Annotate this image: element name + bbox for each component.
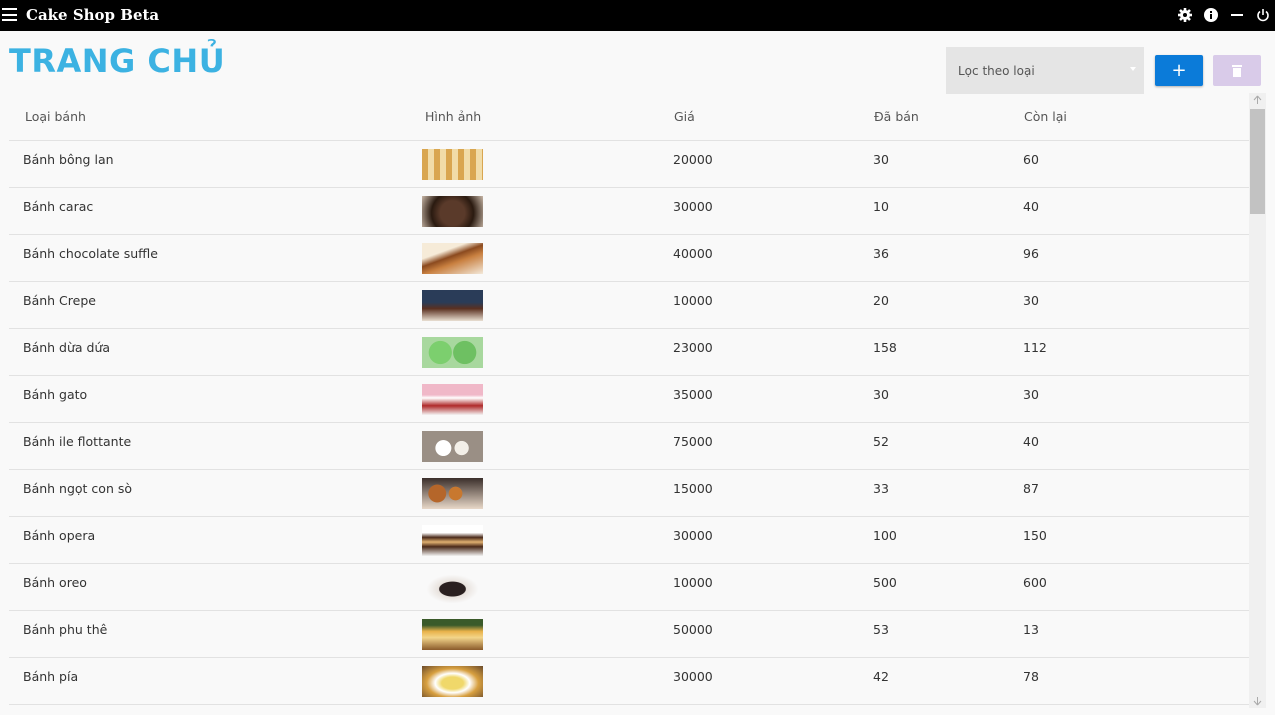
- cell-price: 40000: [673, 246, 713, 261]
- hamburger-menu-icon[interactable]: [2, 8, 17, 21]
- cake-thumbnail: [422, 243, 483, 274]
- cell-remaining: 30: [1023, 293, 1039, 308]
- cake-thumbnail: [422, 572, 483, 603]
- cake-table: Loại bánh Hình ảnh Giá Đã bán Còn lại Bá…: [9, 93, 1249, 705]
- filter-placeholder: Lọc theo loại: [958, 64, 1035, 78]
- cell-cake-name: Bánh oreo: [23, 575, 87, 590]
- cake-thumbnail: [422, 478, 483, 509]
- cell-price: 15000: [673, 481, 713, 496]
- cell-cake-name: Bánh gato: [23, 387, 88, 402]
- cell-remaining: 87: [1023, 481, 1039, 496]
- table-row[interactable]: Bánh gato 35000 30 30: [9, 376, 1249, 423]
- app-title: Cake Shop Beta: [26, 6, 160, 24]
- cell-cake-name: Bánh opera: [23, 528, 96, 543]
- cell-cake-name: Bánh chocolate suffle: [23, 246, 158, 261]
- cake-thumbnail: [422, 290, 483, 321]
- cell-sold: 10: [873, 199, 889, 214]
- table-row[interactable]: Bánh dừa dứa 23000 158 112: [9, 329, 1249, 376]
- cell-price: 30000: [673, 528, 713, 543]
- cell-sold: 100: [873, 528, 897, 543]
- vertical-scrollbar[interactable]: [1249, 93, 1266, 708]
- category-filter-combobox[interactable]: Lọc theo loại: [946, 47, 1144, 94]
- cell-cake-name: Bánh bông lan: [23, 152, 114, 167]
- cell-remaining: 600: [1023, 575, 1047, 590]
- cell-remaining: 96: [1023, 246, 1039, 261]
- cake-thumbnail: [422, 525, 483, 556]
- gear-icon[interactable]: [1177, 7, 1193, 23]
- table-row[interactable]: Bánh opera 30000 100 150: [9, 517, 1249, 564]
- cell-remaining: 60: [1023, 152, 1039, 167]
- chevron-down-icon: [1130, 67, 1136, 71]
- cake-thumbnail: [422, 431, 483, 462]
- table-row[interactable]: Bánh chocolate suffle 40000 36 96: [9, 235, 1249, 282]
- cell-price: 20000: [673, 152, 713, 167]
- cell-sold: 30: [873, 387, 889, 402]
- cell-price: 75000: [673, 434, 713, 449]
- cell-remaining: 40: [1023, 199, 1039, 214]
- header-cake-type[interactable]: Loại bánh: [25, 109, 86, 124]
- cell-cake-name: Bánh pía: [23, 669, 79, 684]
- cell-sold: 500: [873, 575, 897, 590]
- cell-price: 23000: [673, 340, 713, 355]
- cell-cake-name: Bánh phu thê: [23, 622, 108, 637]
- table-body: Bánh bông lan 20000 30 60 Bánh carac 30000 10 4…: [9, 141, 1249, 705]
- cell-sold: 53: [873, 622, 889, 637]
- scrollbar-thumb[interactable]: [1250, 109, 1265, 214]
- minimize-icon[interactable]: [1229, 7, 1245, 23]
- power-icon[interactable]: [1255, 7, 1271, 23]
- cell-price: 50000: [673, 622, 713, 637]
- cell-sold: 33: [873, 481, 889, 496]
- table-row[interactable]: Bánh ngọt con sò 15000 33 87: [9, 470, 1249, 517]
- cake-thumbnail: [422, 337, 483, 368]
- cell-price: 35000: [673, 387, 713, 402]
- title-bar: Cake Shop Beta: [0, 0, 1275, 31]
- cell-cake-name: Bánh Crepe: [23, 293, 96, 308]
- trash-icon: [1232, 65, 1242, 77]
- cell-remaining: 13: [1023, 622, 1039, 637]
- table-row[interactable]: Bánh carac 30000 10 40: [9, 188, 1249, 235]
- cell-cake-name: Bánh dừa dứa: [23, 340, 111, 355]
- page-title: TRANG CHỦ: [9, 42, 226, 80]
- scroll-up-arrow-icon[interactable]: [1253, 95, 1262, 105]
- table-row[interactable]: Bánh bông lan 20000 30 60: [9, 141, 1249, 188]
- cell-sold: 36: [873, 246, 889, 261]
- cell-price: 30000: [673, 669, 713, 684]
- table-row[interactable]: Bánh oreo 10000 500 600: [9, 564, 1249, 611]
- cell-cake-name: Bánh ngọt con sò: [23, 481, 133, 496]
- table-row[interactable]: Bánh pía 30000 42 78: [9, 658, 1249, 705]
- table-header: Loại bánh Hình ảnh Giá Đã bán Còn lại: [9, 93, 1249, 141]
- cell-remaining: 78: [1023, 669, 1039, 684]
- cell-remaining: 30: [1023, 387, 1039, 402]
- delete-button[interactable]: [1213, 55, 1261, 86]
- cake-thumbnail: [422, 619, 483, 650]
- scroll-down-arrow-icon[interactable]: [1253, 696, 1262, 706]
- cake-thumbnail: [422, 196, 483, 227]
- add-cake-button[interactable]: +: [1155, 55, 1203, 86]
- cake-thumbnail: [422, 384, 483, 415]
- cell-cake-name: Bánh ile flottante: [23, 434, 132, 449]
- cake-thumbnail: [422, 149, 483, 180]
- cell-sold: 42: [873, 669, 889, 684]
- cell-sold: 30: [873, 152, 889, 167]
- cell-sold: 158: [873, 340, 897, 355]
- cell-remaining: 112: [1023, 340, 1047, 355]
- cell-remaining: 150: [1023, 528, 1047, 543]
- cell-price: 10000: [673, 575, 713, 590]
- header-remaining[interactable]: Còn lại: [1024, 109, 1067, 124]
- header-image[interactable]: Hình ảnh: [425, 109, 481, 124]
- cell-sold: 20: [873, 293, 889, 308]
- table-row[interactable]: Bánh ile flottante 75000 52 40: [9, 423, 1249, 470]
- cell-price: 10000: [673, 293, 713, 308]
- header-price[interactable]: Giá: [674, 109, 695, 124]
- cell-cake-name: Bánh carac: [23, 199, 94, 214]
- info-icon[interactable]: [1203, 7, 1219, 23]
- table-row[interactable]: Bánh phu thê 50000 53 13: [9, 611, 1249, 658]
- cell-sold: 52: [873, 434, 889, 449]
- cake-thumbnail: [422, 666, 483, 697]
- header-sold[interactable]: Đã bán: [874, 109, 919, 124]
- cell-price: 30000: [673, 199, 713, 214]
- table-row[interactable]: Bánh Crepe 10000 20 30: [9, 282, 1249, 329]
- cell-remaining: 40: [1023, 434, 1039, 449]
